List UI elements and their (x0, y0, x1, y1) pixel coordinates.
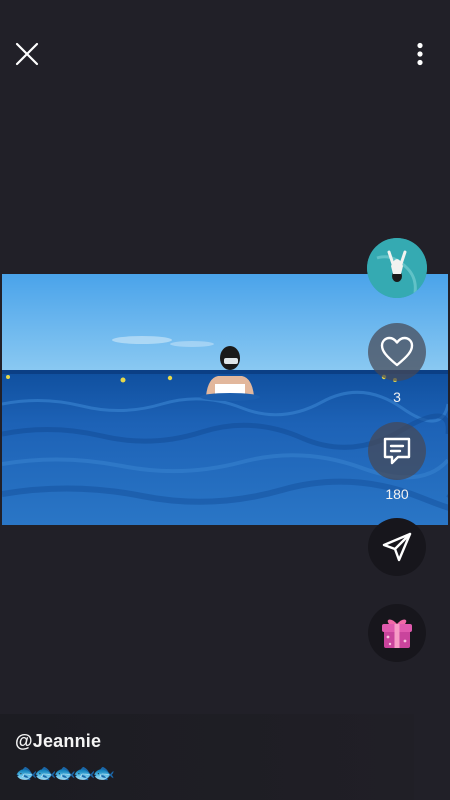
gift-icon (382, 619, 412, 648)
comment-button[interactable] (368, 422, 426, 480)
more-vertical-icon (417, 42, 423, 66)
more-options-button[interactable] (404, 37, 436, 71)
comment-icon (383, 437, 411, 465)
share-button[interactable] (368, 518, 426, 576)
username-link[interactable]: @Jeannie (15, 731, 101, 752)
close-icon (15, 42, 39, 66)
close-button[interactable] (10, 37, 44, 71)
send-icon (382, 532, 412, 562)
gift-button[interactable] (368, 604, 426, 662)
post-viewer-screen: 3 180 @Jeannie 🐟🐟🐟🐟🐟 (0, 0, 450, 800)
avatar-image (367, 238, 427, 298)
caption-panel (0, 714, 414, 800)
heart-outline-icon (380, 336, 414, 367)
like-button[interactable] (368, 323, 426, 381)
caption-text: 🐟🐟🐟🐟🐟 (15, 763, 115, 783)
comment-count: 180 (385, 486, 409, 502)
like-count: 3 (393, 389, 401, 405)
avatar[interactable] (367, 238, 427, 298)
